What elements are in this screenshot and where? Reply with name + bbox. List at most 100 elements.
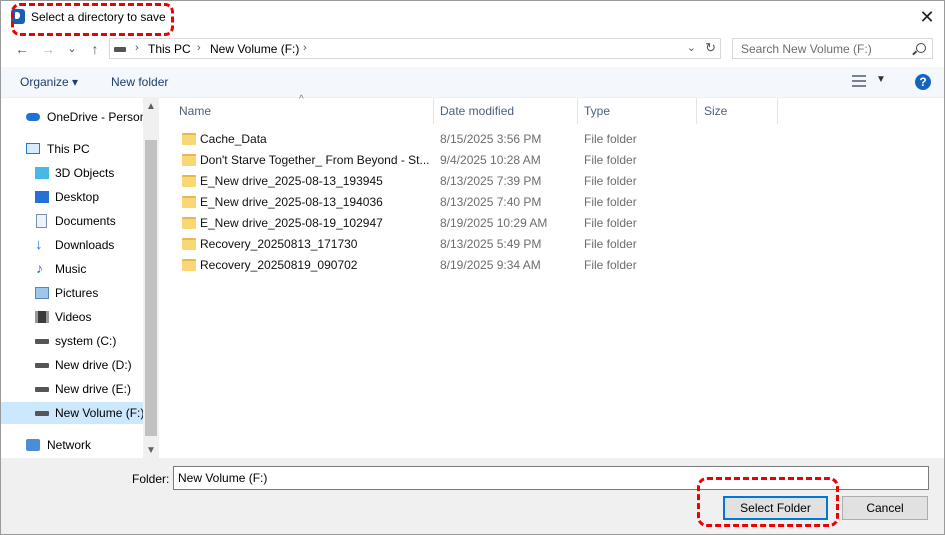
onedrive-icon [26,113,40,121]
nav-item-pictures[interactable]: Pictures [1,282,143,304]
view-options-icon[interactable] [852,75,866,87]
nav-item-new-drive-e[interactable]: New drive (E:) [1,378,143,400]
nav-label: Documents [55,214,116,228]
file-type: File folder [584,153,637,167]
search-icon [916,43,926,53]
nav-item-music[interactable]: ♪ Music [1,258,143,280]
address-bar[interactable]: › This PC › New Volume (F:) › ⌄ ↻ [109,38,721,59]
folder-icon [182,217,196,229]
downloads-icon: ↓ [35,236,43,253]
nav-label: OneDrive - Person [47,110,147,124]
nav-item-onedrive[interactable]: OneDrive - Person [1,106,147,128]
scroll-down-icon[interactable]: ▼ [146,445,156,456]
search-input[interactable]: Search New Volume (F:) [732,38,933,59]
column-header-date[interactable]: Date modified [440,104,514,118]
column-divider[interactable] [577,98,578,124]
breadcrumb-this-pc[interactable]: This PC [148,42,191,56]
nav-item-network[interactable]: Network [1,434,143,456]
file-type: File folder [584,132,637,146]
column-divider[interactable] [696,98,697,124]
nav-item-new-volume-f[interactable]: New Volume (F:) [1,402,144,424]
file-row[interactable]: E_New drive_2025-08-19_102947 8/19/2025 … [173,213,793,234]
sort-ascending-icon: ^ [299,94,304,105]
nav-label: Downloads [55,238,115,252]
nav-item-new-drive-d[interactable]: New drive (D:) [1,354,143,376]
folder-icon [182,133,196,145]
address-dropdown-icon[interactable]: ⌄ [687,41,696,54]
view-dropdown-icon[interactable]: ▼ [876,74,886,85]
command-bar: Organize ▾ New folder ▼ [1,67,944,98]
folder-icon [182,259,196,271]
breadcrumb-new-volume[interactable]: New Volume (F:) [210,42,299,56]
file-type: File folder [584,237,637,251]
scroll-up-icon[interactable]: ▲ [146,101,156,112]
nav-label: Desktop [55,190,100,204]
refresh-icon[interactable]: ↻ [705,40,716,56]
file-name: Recovery_20250813_171730 [200,237,358,251]
file-row[interactable]: Recovery_20250813_171730 8/13/2025 5:49 … [173,234,793,255]
column-divider[interactable] [777,98,778,124]
drive-icon [35,363,49,368]
file-name: E_New drive_2025-08-13_194036 [200,195,383,209]
column-divider[interactable] [433,98,434,124]
nav-label: Network [47,438,92,452]
desktop-icon [35,191,49,203]
column-header-name[interactable]: Name [179,104,211,118]
breadcrumb-separator: › [135,42,139,54]
file-date: 8/19/2025 9:34 AM [440,258,541,272]
nav-item-videos[interactable]: Videos [1,306,143,328]
file-name: Cache_Data [200,132,267,146]
up-button[interactable]: ↑ [86,41,104,57]
cancel-button[interactable]: Cancel [842,496,928,520]
file-name: E_New drive_2025-08-13_193945 [200,174,383,188]
drive-icon [35,411,49,416]
file-row[interactable]: E_New drive_2025-08-13_194036 8/13/2025 … [173,192,793,213]
file-row[interactable]: Cache_Data 8/15/2025 3:56 PM File folder [173,129,793,150]
breadcrumb-separator: › [197,42,201,54]
file-row[interactable]: Recovery_20250819_090702 8/19/2025 9:34 … [173,255,793,276]
nav-label: 3D Objects [55,166,115,180]
recent-locations-dropdown[interactable]: ⌄ [63,41,81,57]
navigation-pane: OneDrive - Person This PC 3D Objects Des… [1,98,159,458]
help-icon[interactable]: ? [915,74,931,90]
3d-objects-icon [35,167,49,179]
file-list: ^ Name Date modified Type Size Cache_Dat… [161,94,944,458]
select-folder-highlight-annotation [697,477,839,527]
column-header-type[interactable]: Type [584,104,610,118]
nav-label: New drive (E:) [55,382,132,396]
file-type: File folder [584,258,637,272]
nav-item-this-pc[interactable]: This PC [1,138,143,160]
organize-menu[interactable]: Organize ▾ [20,75,78,89]
pictures-icon [35,287,49,299]
file-row[interactable]: E_New drive_2025-08-13_193945 8/13/2025 … [173,171,793,192]
nav-label: Pictures [55,286,99,300]
nav-item-desktop[interactable]: Desktop [1,186,143,208]
search-placeholder: Search New Volume (F:) [741,42,872,56]
nav-item-3d-objects[interactable]: 3D Objects [1,162,143,184]
nav-label: system (C:) [55,334,117,348]
file-date: 8/13/2025 7:40 PM [440,195,542,209]
folder-icon [182,196,196,208]
new-folder-button[interactable]: New folder [111,75,168,89]
file-row[interactable]: Don't Starve Together_ From Beyond - St.… [173,150,793,171]
back-button[interactable]: ← [13,41,31,57]
nav-scrollbar[interactable]: ▲ ▼ [143,98,159,458]
close-button[interactable]: ✕ [910,1,944,33]
column-header-size[interactable]: Size [704,104,727,118]
file-type: File folder [584,174,637,188]
folder-icon [182,175,196,187]
this-pc-icon [26,143,40,154]
drive-icon [35,387,49,392]
forward-button[interactable]: → [39,41,57,57]
nav-label: This PC [47,142,90,156]
nav-item-system-c[interactable]: system (C:) [1,330,143,352]
file-date: 9/4/2025 10:28 AM [440,153,541,167]
file-name: Don't Starve Together_ From Beyond - St.… [200,153,430,167]
documents-icon [36,214,47,228]
scroll-thumb[interactable] [145,140,157,436]
nav-item-documents[interactable]: Documents [1,210,143,232]
folder-label: Folder: [132,472,170,486]
folder-icon [182,154,196,166]
nav-item-downloads[interactable]: ↓ Downloads [1,234,143,256]
file-name: Recovery_20250819_090702 [200,258,358,272]
